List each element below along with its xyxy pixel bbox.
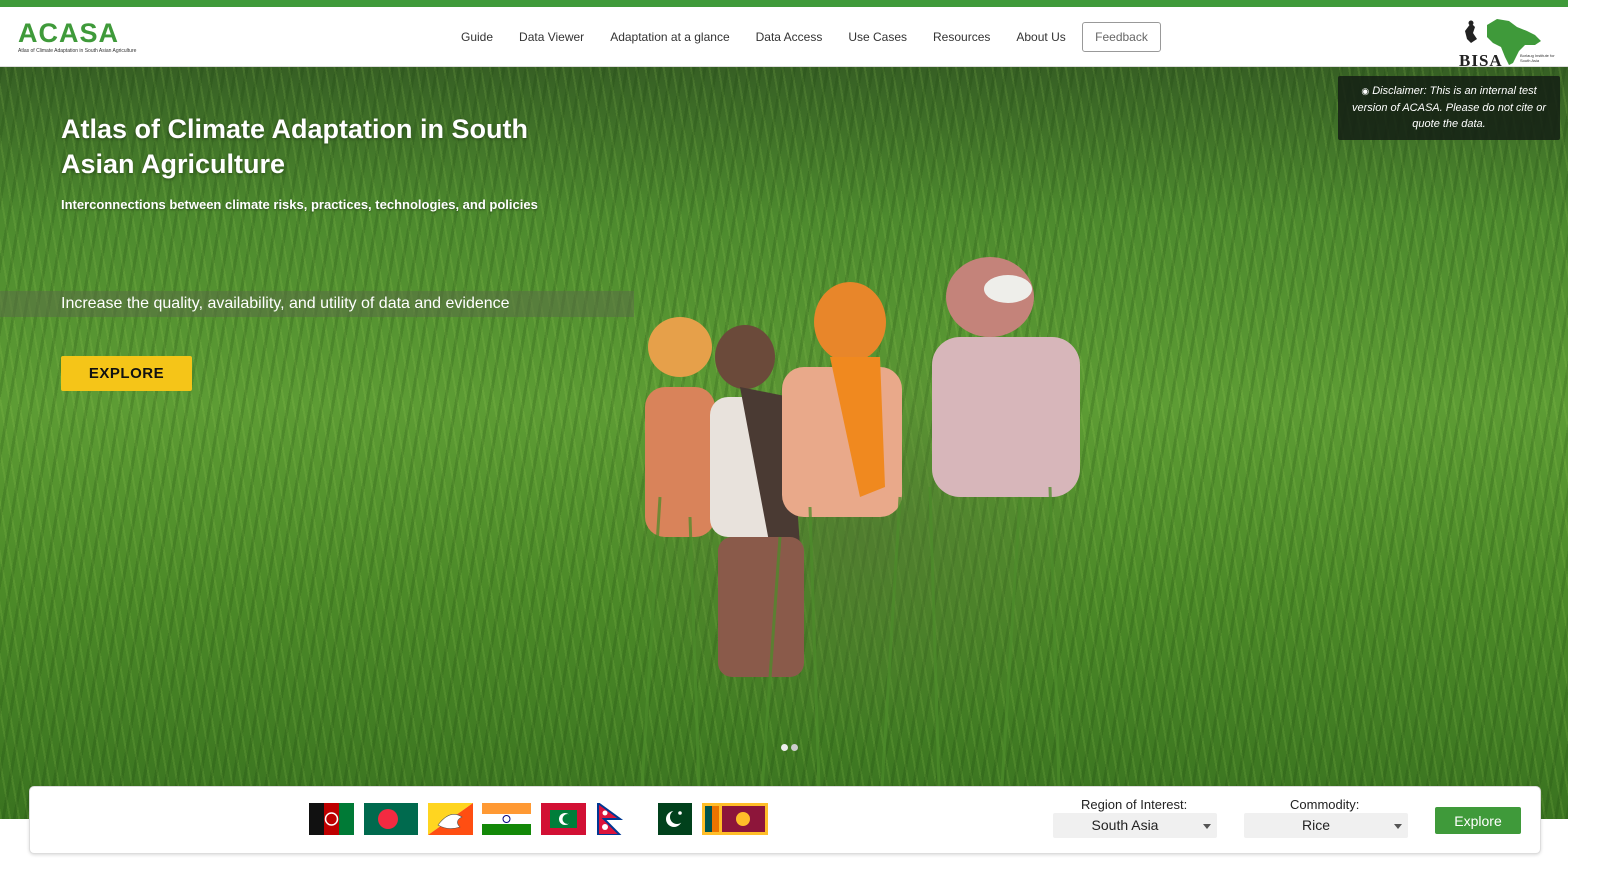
hero-tagline-band: Increase the quality, availability, and … [0,291,634,317]
feedback-button[interactable]: Feedback [1082,22,1161,52]
bhutan-flag[interactable] [428,803,473,835]
commodity-select-value: Rice [1301,817,1330,833]
carousel-dot-1[interactable] [781,744,788,751]
carousel-dot-2[interactable] [791,744,798,751]
logo-wordmark: ACASA [18,19,138,47]
maldives-flag[interactable] [541,803,586,835]
region-label: Region of Interest: [1081,797,1188,812]
acasa-logo[interactable]: ACASA Atlas of Climate Adaptation in Sou… [18,19,138,61]
bangladesh-flag[interactable] [364,803,418,835]
partner-tagline: Borlaug Institute for South Asia [1520,53,1555,63]
nav-adaptation-at-a-glance[interactable]: Adaptation at a glance [610,30,729,44]
nav-guide[interactable]: Guide [461,30,493,44]
commodity-select[interactable]: Rice [1244,813,1408,838]
filter-explore-button[interactable]: Explore [1435,807,1521,834]
nav-use-cases[interactable]: Use Cases [848,30,907,44]
top-accent-bar [0,0,1568,7]
shield-icon: ◉ [1361,86,1370,96]
region-select-value: South Asia [1091,817,1159,833]
nepal-flag[interactable] [596,803,641,835]
hero-explore-button[interactable]: EXPLORE [61,356,192,391]
hero-subtitle: Interconnections between climate risks, … [61,197,538,212]
hero-banner: Atlas of Climate Adaptation in South Asi… [0,67,1568,819]
logo-tagline: Atlas of Climate Adaptation in South Asi… [18,48,137,54]
chevron-down-icon [1203,824,1211,829]
site-header: ACASA Atlas of Climate Adaptation in Sou… [0,7,1568,70]
region-select[interactable]: South Asia [1053,813,1217,838]
carousel-dots [781,744,801,751]
sri-lanka-flag[interactable] [702,803,768,835]
pakistan-flag[interactable] [658,803,692,835]
nav-data-access[interactable]: Data Access [756,30,823,44]
disclaimer-box: ◉ Disclaimer: This is an internal test v… [1338,76,1560,140]
hero-title: Atlas of Climate Adaptation in South Asi… [61,114,529,179]
main-nav: Guide Data Viewer Adaptation at a glance… [448,22,1079,52]
nav-resources[interactable]: Resources [933,30,990,44]
nav-about-us[interactable]: About Us [1016,30,1065,44]
nav-data-viewer[interactable]: Data Viewer [519,30,584,44]
hero-tagline-text: Increase the quality, availability, and … [61,295,510,312]
india-flag[interactable] [482,803,531,835]
commodity-label: Commodity: [1290,797,1360,812]
filter-panel: Region of Interest: South Asia Commodity… [29,786,1541,854]
disclaimer-text: Disclaimer: This is an internal test ver… [1351,85,1547,130]
bisa-logo[interactable]: BISA Borlaug Institute for South Asia [1457,17,1565,70]
chevron-down-icon [1394,824,1402,829]
afghanistan-flag[interactable] [309,803,354,835]
logo-text: ACASA [18,18,120,48]
